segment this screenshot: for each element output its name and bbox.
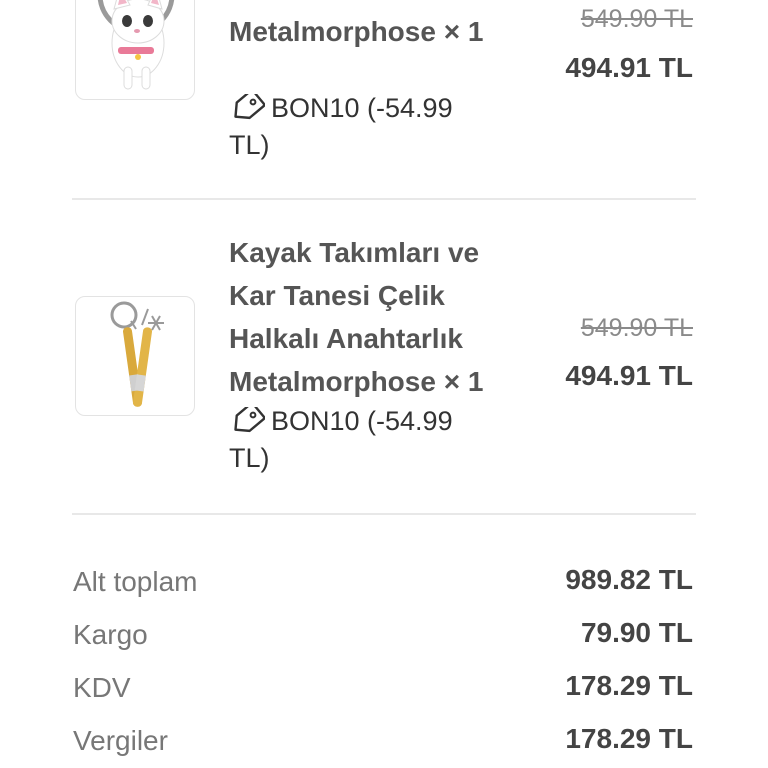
- product-title[interactable]: Kayak Takımları ve Kar Tanesi Çelik Halk…: [229, 231, 529, 403]
- vat-label: KDV: [73, 672, 131, 703]
- tag-icon: [234, 94, 265, 120]
- subtotal-row: Alt toplam 989.82 TL: [0, 560, 768, 613]
- vat-value: 178.29 TL: [565, 670, 693, 701]
- shipping-label: Kargo: [73, 619, 148, 650]
- order-summary-page: Halkalı Metalmorphose × 1 BON10 (-54.99 …: [0, 0, 768, 768]
- vat-row: KDV 178.29 TL: [0, 666, 768, 719]
- discounted-price: 494.91 TL: [565, 52, 693, 83]
- quantity: × 1: [443, 16, 484, 47]
- divider: [72, 513, 696, 515]
- cat-keychain-image: [97, 0, 175, 90]
- ski-keychain-image: [110, 301, 164, 407]
- taxes-label: Vergiler: [73, 725, 168, 756]
- discount-code: BON10 (-54.99 TL): [229, 90, 489, 164]
- discount-code: BON10 (-54.99 TL): [229, 403, 489, 477]
- subtotal-value: 989.82 TL: [565, 564, 693, 595]
- quantity: × 1: [443, 366, 484, 397]
- original-price: 549.90 TL: [580, 314, 693, 342]
- cart-item: Halkalı Metalmorphose × 1 BON10 (-54.99 …: [0, 0, 768, 198]
- taxes-value: 178.29 TL: [565, 723, 693, 754]
- taxes-row: Vergiler 178.29 TL: [0, 719, 768, 768]
- shipping-row: Kargo 79.90 TL: [0, 613, 768, 666]
- cart-item: Kayak Takımları ve Kar Tanesi Çelik Halk…: [0, 218, 768, 514]
- divider: [72, 198, 696, 200]
- discounted-price: 494.91 TL: [565, 360, 693, 391]
- product-thumbnail[interactable]: [75, 0, 195, 100]
- subtotal-label: Alt toplam: [73, 566, 198, 597]
- tag-icon: [234, 407, 265, 433]
- shipping-value: 79.90 TL: [580, 617, 693, 648]
- original-price: 549.90 TL: [580, 5, 693, 33]
- product-title[interactable]: Halkalı Metalmorphose × 1: [229, 0, 529, 53]
- order-totals: Alt toplam 989.82 TL Kargo 79.90 TL KDV …: [0, 560, 768, 768]
- product-thumbnail[interactable]: [75, 296, 195, 416]
